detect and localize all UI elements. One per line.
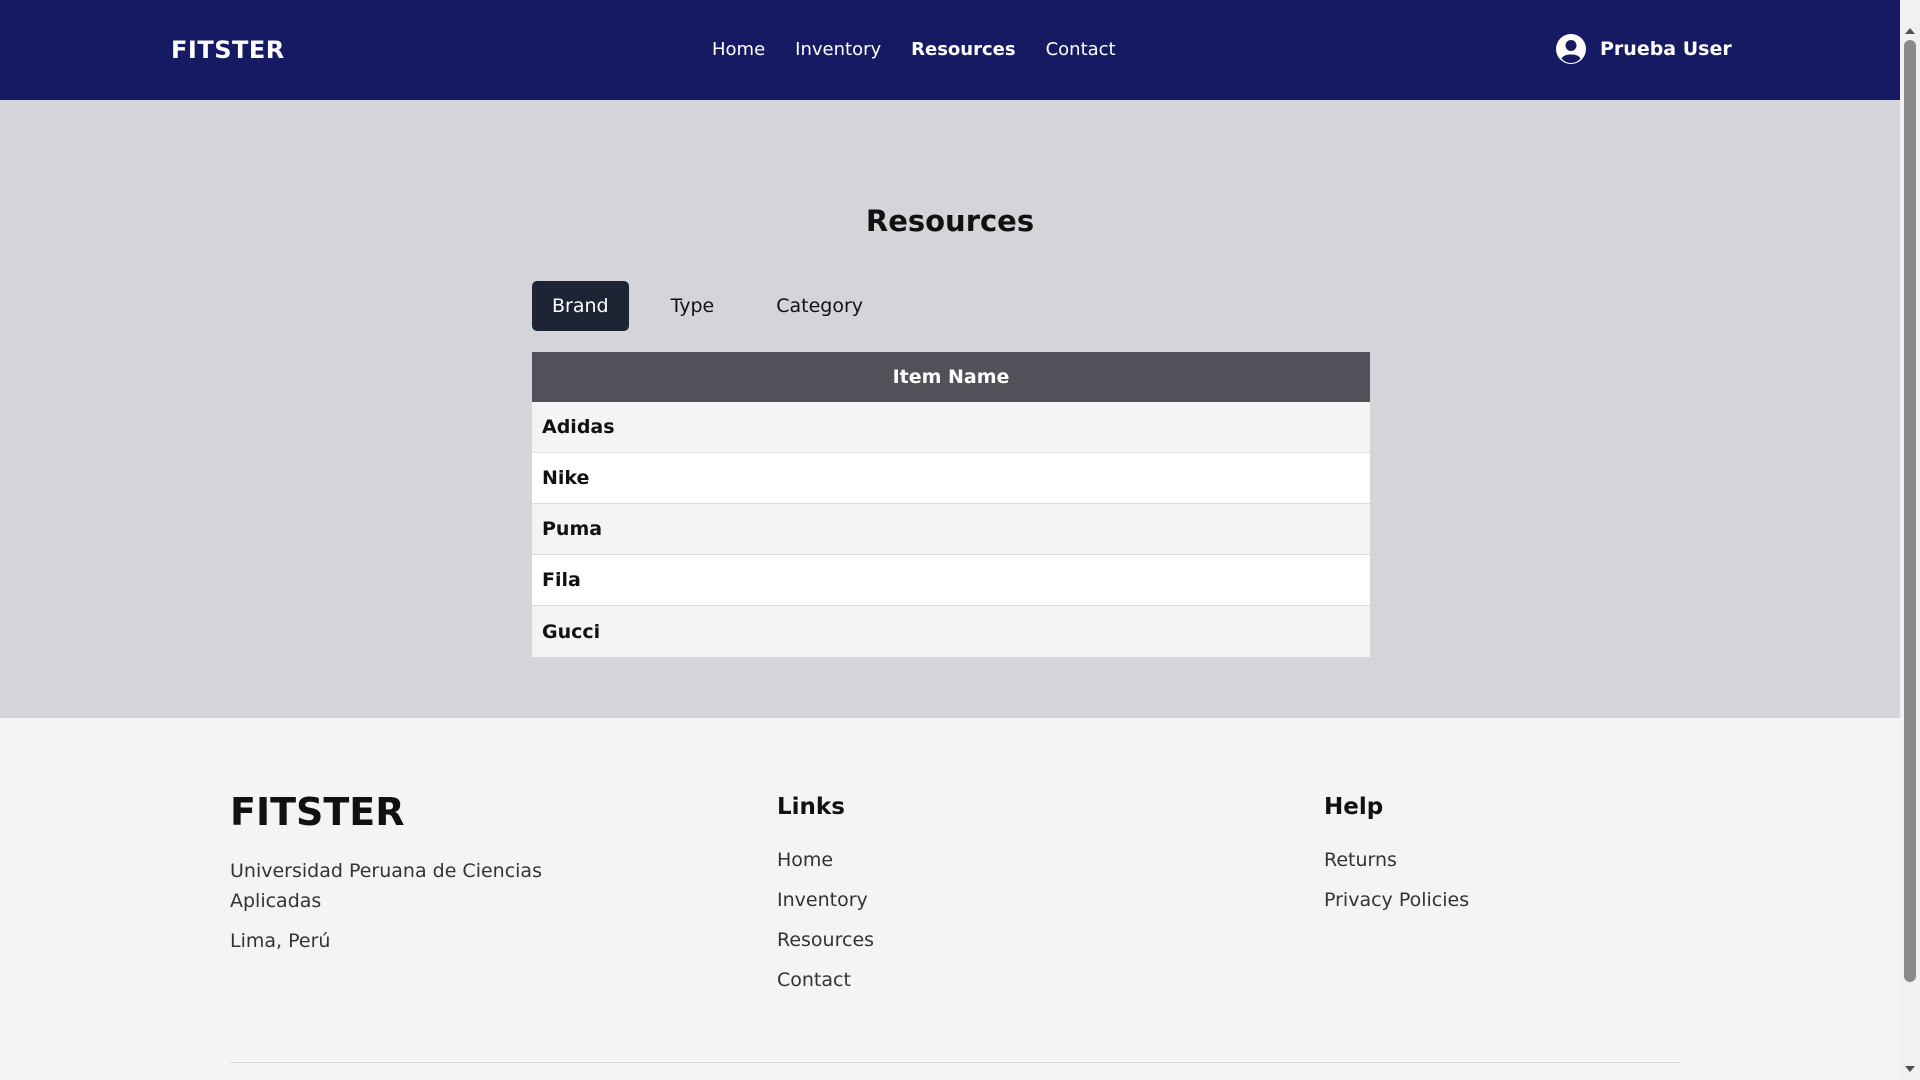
footer-help-heading: Help — [1324, 794, 1384, 820]
table-row[interactable]: Gucci — [532, 606, 1370, 657]
main-nav: Home Inventory Resources Contact — [712, 39, 1116, 60]
table-row[interactable]: Adidas — [532, 402, 1370, 453]
nav-contact[interactable]: Contact — [1046, 39, 1116, 60]
nav-resources[interactable]: Resources — [911, 39, 1015, 60]
column-header-item-name: Item Name — [892, 366, 1010, 388]
footer-link-home[interactable]: Home — [777, 840, 874, 880]
footer-about: FITSTER Universidad Peruana de Ciencias … — [230, 790, 560, 956]
footer-help: Help Returns Privacy Policies — [1324, 794, 1469, 920]
table-row[interactable]: Nike — [532, 453, 1370, 504]
nav-home[interactable]: Home — [712, 39, 765, 60]
tab-category[interactable]: Category — [756, 281, 883, 331]
page-viewport: FITSTER Home Inventory Resources Contact… — [0, 0, 1900, 1080]
table-row[interactable]: Puma — [532, 504, 1370, 555]
footer-brand: FITSTER — [230, 790, 405, 834]
brand-logo[interactable]: FITSTER — [171, 36, 285, 64]
footer: FITSTER Universidad Peruana de Ciencias … — [0, 718, 1900, 1080]
footer-divider — [230, 1062, 1680, 1063]
resource-tabs: Brand Type Category — [532, 281, 883, 331]
scrollbar-thumb[interactable] — [1904, 40, 1916, 982]
footer-address-university: Universidad Peruana de Ciencias Aplicada… — [230, 860, 542, 912]
table-header: Item Name — [532, 352, 1370, 402]
footer-links-heading: Links — [777, 794, 845, 820]
user-avatar-icon — [1556, 34, 1586, 64]
footer-link-returns[interactable]: Returns — [1324, 840, 1469, 880]
items-table: Item Name Adidas Nike Puma Fila Gucci — [532, 352, 1370, 657]
footer-link-inventory[interactable]: Inventory — [777, 880, 874, 920]
footer-link-resources[interactable]: Resources — [777, 920, 874, 960]
main-content: Resources Brand Type Category Item Name … — [0, 100, 1900, 718]
footer-address-city: Lima, Perú — [230, 930, 331, 952]
user-menu[interactable]: Prueba User — [1556, 34, 1732, 64]
navbar: FITSTER Home Inventory Resources Contact… — [0, 0, 1900, 100]
page-scrollbar[interactable] — [1900, 0, 1920, 1080]
footer-link-privacy[interactable]: Privacy Policies — [1324, 880, 1469, 920]
user-name: Prueba User — [1600, 38, 1732, 60]
scroll-up-icon[interactable] — [1905, 28, 1915, 34]
tab-brand[interactable]: Brand — [532, 281, 629, 331]
page-title: Resources — [865, 204, 1035, 238]
nav-inventory[interactable]: Inventory — [795, 39, 881, 60]
footer-link-contact[interactable]: Contact — [777, 960, 874, 1000]
footer-links: Links Home Inventory Resources Contact — [777, 794, 874, 1000]
tab-type[interactable]: Type — [651, 281, 735, 331]
table-row[interactable]: Fila — [532, 555, 1370, 606]
scroll-down-icon[interactable] — [1905, 1066, 1915, 1072]
